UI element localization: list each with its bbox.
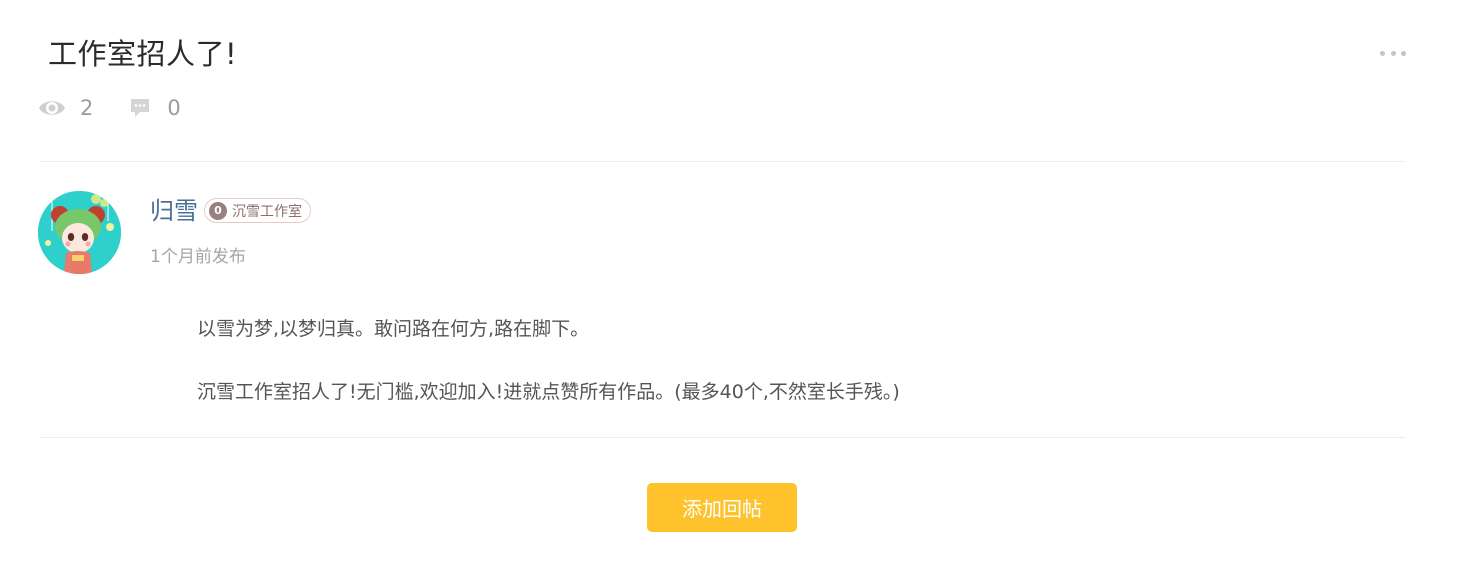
view-count: 2 <box>38 97 93 119</box>
comment-count: 0 <box>93 96 181 120</box>
content-paragraph: 沉雪工作室招人了!无门槛,欢迎加入!进就点赞所有作品。(最多40个,不然室长手残… <box>197 381 900 403</box>
more-dots-icon <box>1401 50 1406 56</box>
post-title: 工作室招人了! <box>48 37 238 71</box>
add-reply-button[interactable]: 添加回帖 <box>647 483 797 532</box>
post-stats: 2 0 <box>38 92 181 124</box>
eye-icon <box>38 97 66 119</box>
group-name: 沉雪工作室 <box>232 203 302 220</box>
comment-count-value: 0 <box>167 96 181 120</box>
author-name[interactable]: 归雪 <box>150 194 198 228</box>
divider <box>40 437 1405 438</box>
more-dots-icon <box>1390 50 1396 56</box>
post-content: 以雪为梦,以梦归真。敢问路在何方,路在脚下。 沉雪工作室招人了!无门槛,欢迎加入… <box>197 314 1377 407</box>
comment-bubble-icon <box>129 97 151 119</box>
divider <box>40 161 1405 162</box>
group-badge[interactable]: 0 沉雪工作室 <box>204 198 311 223</box>
view-count-value: 2 <box>80 96 94 120</box>
post-time: 1个月前发布 <box>150 247 246 267</box>
group-level-icon: 0 <box>209 201 227 220</box>
content-paragraph: 以雪为梦,以梦归真。敢问路在何方,路在脚下。 <box>197 318 590 340</box>
author-avatar[interactable] <box>38 191 121 274</box>
more-dots-icon <box>1380 50 1385 56</box>
post-page: 工作室招人了! 2 0 归雪 0 沉雪工作室 1个月前发布 以雪为梦,以梦归真。… <box>0 0 1462 569</box>
more-options-button[interactable] <box>1380 46 1406 60</box>
